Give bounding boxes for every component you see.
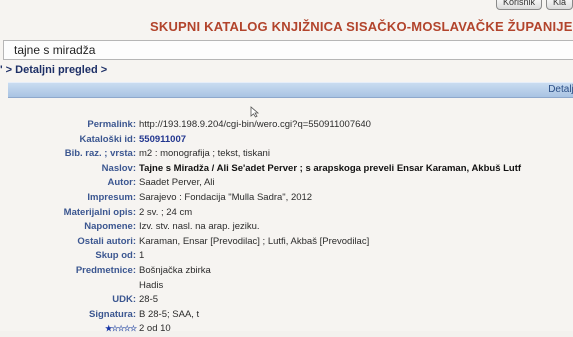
permalink-value[interactable]: http://193.198.9.204/cgi-bin/wero.cgi?q=… <box>139 118 371 133</box>
mouse-cursor-icon <box>250 106 260 118</box>
imprint-row: Impresum: Sarajevo : Fondacija "Mulla Sa… <box>0 191 573 206</box>
physical-value: 2 sv. ; 24 cm <box>139 206 193 218</box>
signature-value: B 28-5; SAA, t <box>139 308 200 320</box>
rating-stars-icon[interactable]: ★☆☆☆☆ <box>105 324 137 333</box>
rating-row: ★☆☆☆☆ 2 od 10 <box>0 322 573 337</box>
page-frame: Korisnik Kla SKUPNI KATALOG KNJIŽNICA SI… <box>0 0 573 334</box>
catalog-id-row: Kataloški id: 550911007 <box>0 133 573 148</box>
subjects-label: Predmetnice: <box>75 264 136 276</box>
signature-label: Signatura: <box>89 308 136 320</box>
user-button[interactable]: Korisnik <box>495 0 542 10</box>
catalog-id-value: 550911007 <box>139 133 187 145</box>
star-empty-icon[interactable]: ☆ <box>130 324 137 333</box>
permalink-row: Permalink: http://193.198.9.204/cgi-bin/… <box>0 118 573 133</box>
subjects-row-2: Hadis <box>0 279 573 294</box>
breadcrumb[interactable]: ' > Detaljni pregled > <box>0 64 107 76</box>
author-row: Autor: Saadet Perver, Ali <box>0 176 573 191</box>
physical-row: Materijalni opis: 2 sv. ; 24 cm <box>0 206 573 221</box>
record-details: Permalink: http://193.198.9.204/cgi-bin/… <box>0 118 573 337</box>
set-of-label: Skup od: <box>95 250 136 262</box>
subjects-label-blank <box>0 279 139 294</box>
subject-item[interactable]: Bošnjačka zbirka <box>139 264 211 279</box>
bib-type-value: m2 : monografija ; tekst, tiskani <box>139 148 270 160</box>
rating-stars[interactable]: ★☆☆☆☆ <box>0 322 139 337</box>
title-row: Naslov: Tajne s Miradža / Ali Se'adet Pe… <box>0 162 573 177</box>
notes-label: Napomene: <box>84 221 136 233</box>
imprint-value: Sarajevo : Fondacija "Mulla Sadra", 2012 <box>139 191 313 203</box>
top-buttons: Korisnik Kla <box>495 0 573 10</box>
udk-label: UDK: <box>112 294 136 306</box>
catalog-title: SKUPNI KATALOG KNJIŽNICA SISAČKO-MOSLAVA… <box>150 19 573 34</box>
notes-value: Izv. stv. nasl. na arap. jeziku. <box>139 221 260 233</box>
udk-value: 28-5 <box>139 294 159 306</box>
title-value: Tajne s Miradža / Ali Se'adet Perver ; s… <box>139 162 522 174</box>
detail-bar: Detalji <box>8 82 573 98</box>
detail-bar-label[interactable]: Detalji <box>548 84 573 95</box>
other-authors-value[interactable]: Karaman, Ensar [Prevodilac] ; Lutfi, Akb… <box>139 235 369 250</box>
imprint-label: Impresum: <box>87 191 136 203</box>
other-authors-row: Ostali autori: Karaman, Ensar [Prevodila… <box>0 235 573 250</box>
search-input[interactable]: tajne s miradža <box>3 40 573 60</box>
other-authors-label: Ostali autori: <box>77 235 136 247</box>
title-label: Naslov: <box>101 162 136 174</box>
rating-text: 2 od 10 <box>139 323 171 335</box>
bib-type-row: Bib. raz. ; vrsta: m2 : monografija ; te… <box>0 147 573 162</box>
classification-button[interactable]: Kla <box>545 0 573 10</box>
set-of-row: Skup od: 1 <box>0 249 573 264</box>
set-of-value: 1 <box>139 250 145 262</box>
permalink-label: Permalink: <box>87 119 136 130</box>
subject-item[interactable]: Hadis <box>139 279 163 294</box>
catalog-id-label: Kataloški id: <box>79 133 137 145</box>
udk-row: UDK: 28-5 <box>0 293 573 308</box>
notes-row: Napomene: Izv. stv. nasl. na arap. jezik… <box>0 220 573 235</box>
physical-label: Materijalni opis: <box>63 206 136 218</box>
signature-row: Signatura: B 28-5; SAA, t <box>0 308 573 323</box>
author-value[interactable]: Saadet Perver, Ali <box>139 176 215 191</box>
author-label: Autor: <box>107 177 137 189</box>
subjects-row: Predmetnice: Bošnjačka zbirka <box>0 264 573 279</box>
bib-type-label: Bib. raz. ; vrsta: <box>64 148 136 160</box>
